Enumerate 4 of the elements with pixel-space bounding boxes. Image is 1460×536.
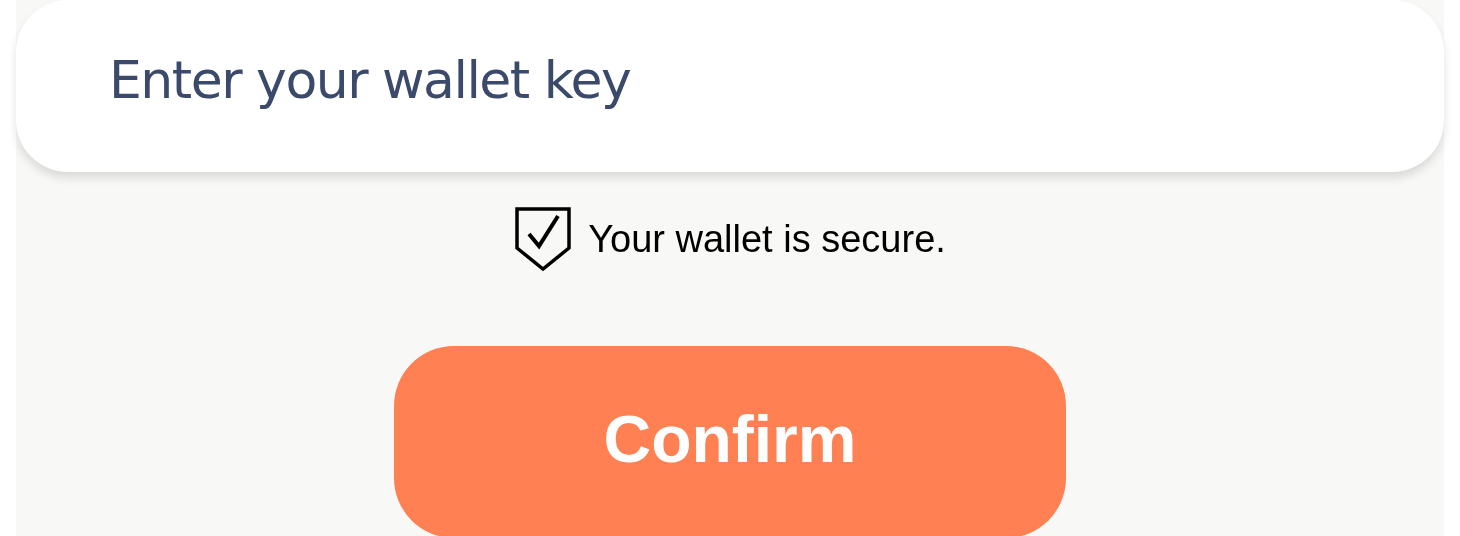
security-note: Your wallet is secure.	[588, 217, 946, 261]
input-field[interactable]: Enter your wallet key	[16, 0, 1444, 172]
confirm-button[interactable]: Confirm	[394, 346, 1066, 536]
shield-check-icon	[514, 206, 573, 272]
